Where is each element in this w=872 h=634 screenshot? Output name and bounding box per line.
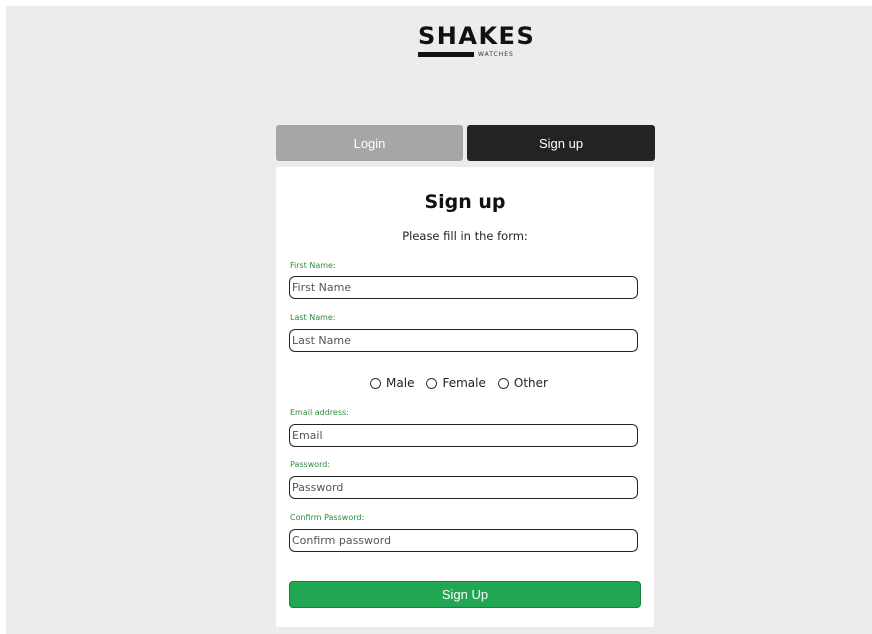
logo-subtitle: WATCHES (478, 51, 514, 58)
password-field[interactable] (289, 476, 638, 499)
radio-circle-icon[interactable] (426, 377, 438, 389)
gender-option-label: Male (386, 376, 415, 390)
tab-login[interactable]: Login (276, 125, 463, 161)
gender-option-label: Female (442, 376, 486, 390)
page-background: SHAKES WATCHES Login Sign up Sign up Ple… (6, 6, 872, 634)
logo-underline (418, 52, 474, 57)
last-name-label: Last Name: (290, 313, 336, 322)
brand-logo: SHAKES WATCHES (418, 22, 538, 66)
last-name-field[interactable] (289, 329, 638, 352)
gender-option-label: Other (513, 376, 548, 390)
form-subtitle: Please fill in the form: (402, 229, 528, 243)
email-field[interactable] (289, 424, 638, 447)
signup-form-card: Sign up Please fill in the form: First N… (276, 167, 654, 627)
form-title: Sign up (424, 191, 506, 213)
tab-signup[interactable]: Sign up (467, 125, 655, 161)
gender-option-female[interactable]: Female (426, 376, 486, 390)
radio-circle-icon[interactable] (497, 377, 509, 389)
confirm-password-label: Confirm Password: (290, 513, 365, 522)
sign-up-submit-button[interactable]: Sign Up (289, 581, 641, 608)
gender-radio-group: Male Female Other (276, 376, 654, 390)
gender-option-other[interactable]: Other (497, 376, 548, 390)
email-label: Email address: (290, 408, 349, 417)
first-name-field[interactable] (289, 276, 638, 299)
logo-wordmark: SHAKES (418, 22, 536, 50)
gender-option-male[interactable]: Male (370, 376, 414, 390)
radio-circle-icon[interactable] (370, 377, 382, 389)
confirm-password-field[interactable] (289, 529, 638, 552)
first-name-label: First Name: (290, 261, 336, 270)
password-label: Password: (290, 460, 331, 469)
